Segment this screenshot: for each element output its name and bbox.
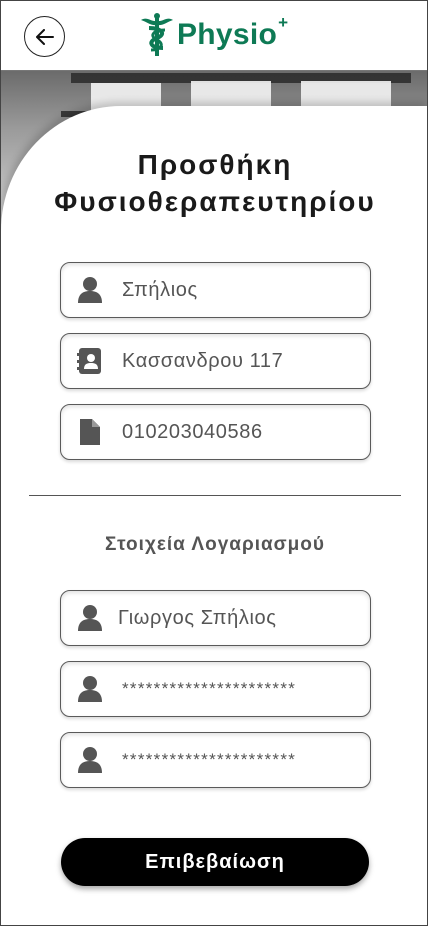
person-icon <box>78 747 102 773</box>
section-divider <box>29 495 401 496</box>
confirm-button[interactable]: Επιβεβαίωση <box>61 838 369 886</box>
page-title-line1: Προσθήκη <box>137 149 293 180</box>
account-name-value: Γιωργος Σπήλιος <box>118 606 277 629</box>
person-icon <box>78 605 102 631</box>
clinic-id-value: 010203040586 <box>122 420 263 443</box>
account-name-field[interactable]: Γιωργος Σπήλιος <box>60 590 371 646</box>
logo-plus: + <box>278 13 289 32</box>
person-icon <box>78 277 102 303</box>
clinic-name-field[interactable]: Σπήλιος <box>60 262 371 318</box>
screen: Physio + Προσθήκη Φυσιοθεραπευτηρίου Σπή… <box>0 0 428 926</box>
form-card: Προσθήκη Φυσιοθεραπευτηρίου Σπήλιος Κασσ… <box>1 106 427 925</box>
password-field[interactable]: ********************** <box>60 661 371 717</box>
page-title-line2: Φυσιοθεραπευτηρίου <box>54 186 376 217</box>
app-header: Physio + <box>1 1 427 71</box>
back-button[interactable] <box>24 16 65 57</box>
arrow-left-icon <box>35 28 54 45</box>
confirm-password-field[interactable]: ********************** <box>60 732 371 788</box>
address-book-icon <box>77 348 101 374</box>
clinic-address-field[interactable]: Κασσανδρου 117 <box>60 333 371 389</box>
clinic-id-field[interactable]: 010203040586 <box>60 404 371 460</box>
document-icon <box>80 419 100 445</box>
caduceus-logo-icon <box>141 13 173 56</box>
clinic-name-value: Σπήλιος <box>122 278 198 301</box>
person-icon <box>78 676 102 702</box>
confirm-password-value: ********************** <box>122 750 297 769</box>
page-title: Προσθήκη Φυσιοθεραπευτηρίου <box>1 146 427 220</box>
account-section-title: Στοιχεία Λογαριασμού <box>105 534 325 555</box>
clinic-address-value: Κασσανδρου 117 <box>122 349 284 372</box>
password-value: ********************** <box>122 679 297 698</box>
logo-text: Physio <box>177 18 278 51</box>
app-logo: Physio + <box>139 11 288 59</box>
